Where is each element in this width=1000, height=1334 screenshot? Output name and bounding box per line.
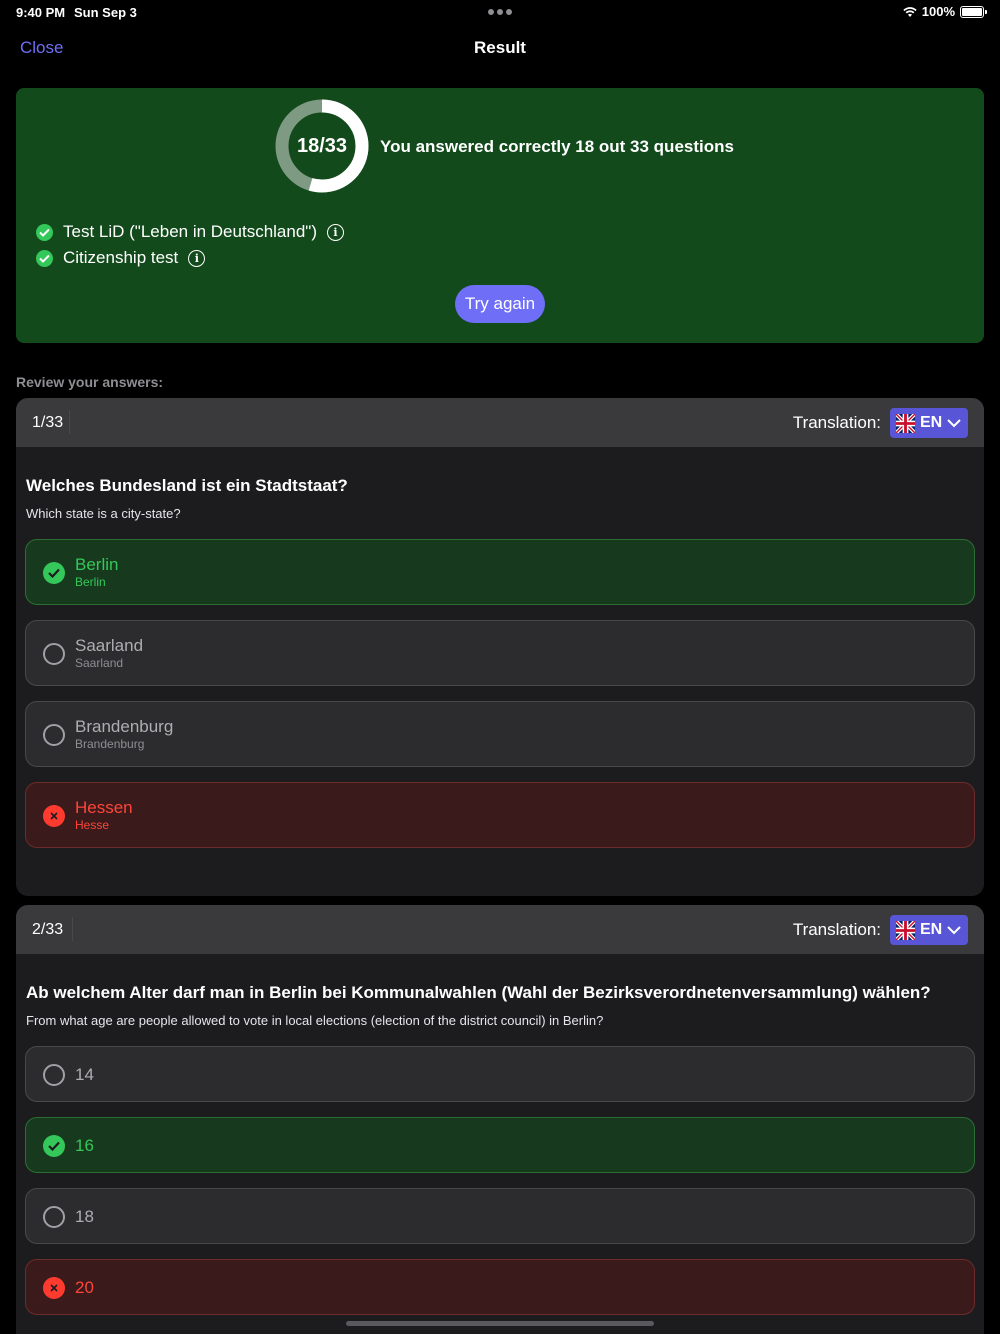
question-number: 1/33 bbox=[32, 414, 64, 431]
answer-text: Brandenburg bbox=[75, 717, 174, 736]
translation-label: Translation: bbox=[792, 413, 881, 432]
try-again-button[interactable]: Try again bbox=[455, 285, 545, 323]
check-circle-icon bbox=[36, 223, 53, 241]
answer-option-correct[interactable]: 16 bbox=[25, 1117, 975, 1173]
score-label: 18/33 bbox=[296, 134, 348, 157]
answer-option[interactable]: 14 bbox=[25, 1046, 975, 1102]
battery-percent: 100% bbox=[921, 4, 955, 19]
cert-row-lid: Test LiD ("Leben in Deutschland") i bbox=[36, 222, 344, 242]
check-circle-icon bbox=[43, 562, 65, 584]
cert-label: Citizenship test bbox=[63, 248, 179, 267]
page-title: Result bbox=[474, 38, 526, 57]
answer-option-wrong[interactable]: Hessen Hesse bbox=[25, 782, 975, 848]
check-circle-icon bbox=[43, 1135, 65, 1157]
language-code: EN bbox=[920, 414, 943, 431]
answer-translation: Saarland bbox=[75, 656, 124, 670]
result-summary-card: 18/33 You answered correctly 18 out 33 q… bbox=[16, 88, 984, 343]
answer-option-correct[interactable]: Berlin Berlin bbox=[25, 539, 975, 605]
radio-empty-icon bbox=[43, 1206, 65, 1228]
translation-label: Translation: bbox=[792, 920, 881, 939]
cert-row-citizenship: Citizenship test i bbox=[36, 248, 206, 268]
divider bbox=[72, 917, 73, 941]
answer-text: Berlin bbox=[75, 555, 119, 574]
x-circle-icon bbox=[43, 805, 65, 827]
answer-option[interactable]: 18 bbox=[25, 1188, 975, 1244]
answer-text: 18 bbox=[75, 1207, 94, 1226]
language-select[interactable]: EN bbox=[890, 915, 968, 945]
question-title: Ab welchem Alter darf man in Berlin bei … bbox=[26, 983, 931, 1002]
chevron-down-icon bbox=[947, 419, 961, 428]
question-header: 1/33 Translation: EN bbox=[16, 398, 984, 447]
answer-text: 16 bbox=[75, 1136, 94, 1155]
radio-empty-icon bbox=[43, 643, 65, 665]
question-title: Welches Bundesland ist ein Stadtstaat? bbox=[26, 476, 348, 495]
radio-empty-icon bbox=[43, 1064, 65, 1086]
info-icon[interactable]: i bbox=[188, 249, 206, 267]
question-card: 2/33 Translation: EN Ab welchem Alter da… bbox=[16, 905, 984, 1334]
answer-option[interactable]: Brandenburg Brandenburg bbox=[25, 701, 975, 767]
home-indicator[interactable] bbox=[346, 1321, 654, 1326]
uk-flag-icon bbox=[896, 413, 915, 433]
result-summary-text: You answered correctly 18 out 33 questio… bbox=[380, 137, 734, 156]
status-bar: 9:40 PM Sun Sep 3 100% bbox=[0, 0, 1000, 26]
chevron-down-icon bbox=[947, 926, 961, 935]
nav-bar: Close Result bbox=[0, 28, 1000, 68]
answer-text: 20 bbox=[75, 1278, 94, 1297]
answer-text: Hessen bbox=[75, 798, 133, 817]
question-translation: Which state is a city-state? bbox=[26, 506, 181, 521]
language-code: EN bbox=[920, 921, 943, 938]
question-translation: From what age are people allowed to vote… bbox=[26, 1013, 604, 1028]
cert-label: Test LiD ("Leben in Deutschland") bbox=[63, 222, 317, 241]
wifi-icon bbox=[903, 6, 917, 17]
answer-text: 14 bbox=[75, 1065, 94, 1084]
answer-option-wrong[interactable]: 20 bbox=[25, 1259, 975, 1315]
x-circle-icon bbox=[43, 1277, 65, 1299]
answer-translation: Brandenburg bbox=[75, 737, 145, 751]
language-select[interactable]: EN bbox=[890, 408, 968, 438]
review-heading: Review your answers: bbox=[16, 374, 164, 390]
question-card: 1/33 Translation: EN Welches Bundesland … bbox=[16, 398, 984, 896]
status-date: Sun Sep 3 bbox=[74, 5, 137, 20]
question-number: 2/33 bbox=[32, 921, 64, 938]
radio-empty-icon bbox=[43, 724, 65, 746]
answer-text: Saarland bbox=[75, 636, 144, 655]
battery-icon bbox=[960, 5, 987, 18]
status-time: 9:40 PM bbox=[16, 5, 66, 20]
answer-translation: Hesse bbox=[75, 818, 110, 832]
info-icon[interactable]: i bbox=[326, 223, 344, 241]
answer-translation: Berlin bbox=[75, 575, 106, 589]
check-circle-icon bbox=[36, 249, 53, 267]
answer-option[interactable]: Saarland Saarland bbox=[25, 620, 975, 686]
uk-flag-icon bbox=[896, 920, 915, 940]
question-header: 2/33 Translation: EN bbox=[16, 905, 984, 954]
multitasking-dots-icon[interactable] bbox=[488, 9, 512, 15]
status-indicators: 100% bbox=[903, 4, 987, 19]
divider bbox=[69, 410, 70, 434]
